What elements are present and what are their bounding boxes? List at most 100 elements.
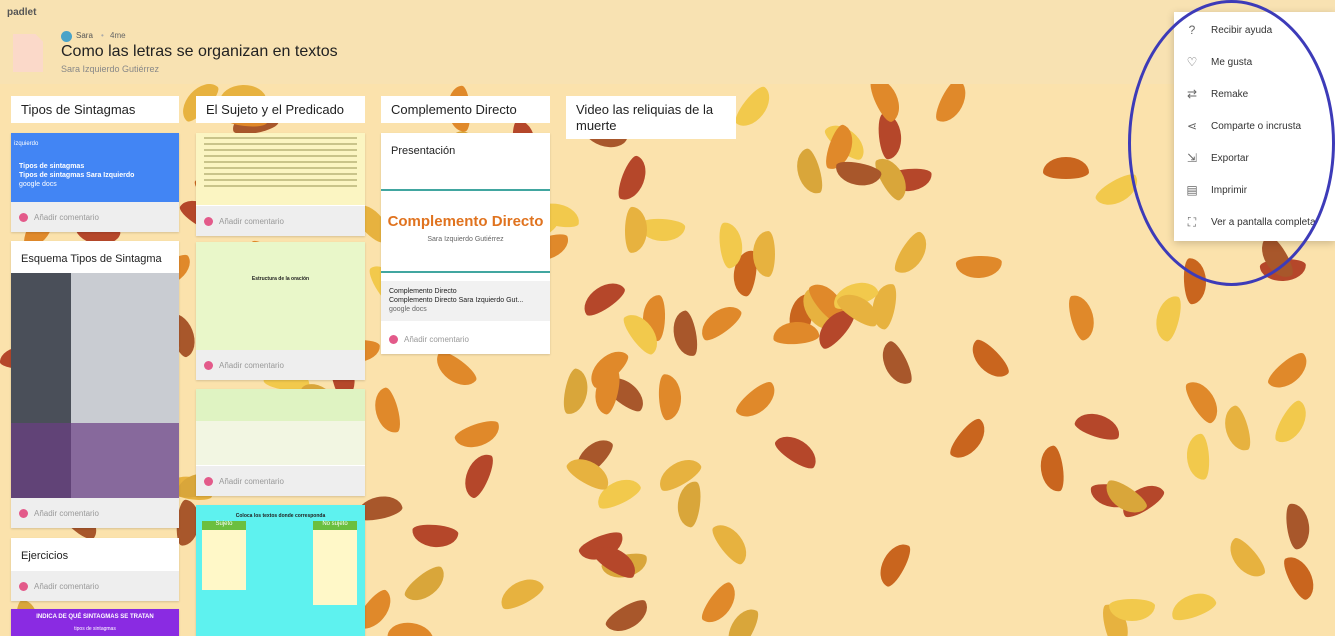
add-comment[interactable]: Añadir comentario [196,350,365,380]
card-indica[interactable]: INDICA DE QUÉ SINTAGMAS SE TRATAN tipos … [11,609,179,636]
add-comment-label: Añadir comentario [34,212,99,222]
doc-info: Complemento Directo Complemento Directo … [381,281,550,321]
leaf-decoration [1065,291,1099,343]
brand-logo[interactable]: padlet [7,7,36,18]
column-header-tipos[interactable]: Tipos de Sintagmas [11,96,179,123]
menu-label: Exportar [1211,152,1249,164]
slide-author: Sara Izquierdo Gutiérrez [427,236,504,243]
leaf-decoration [771,429,823,473]
card-subtitle: tipos de sintagmas [74,626,116,632]
add-comment-label: Añadir comentario [404,334,469,344]
avatar [204,476,213,486]
menu-item-remake[interactable]: ⇄ Remake [1174,78,1335,110]
menu-item-fullscreen[interactable]: ⛶ Ver a pantalla completa [1174,206,1335,238]
add-comment[interactable]: Añadir comentario [381,324,550,354]
doc-preview [196,133,365,205]
add-comment[interactable]: Añadir comentario [196,466,365,496]
leaf-decoration [401,562,451,608]
leaf-decoration [1279,551,1321,603]
leaf-decoration [1037,444,1067,494]
add-comment[interactable]: Añadir comentario [11,202,179,232]
avatar[interactable] [61,31,72,42]
leaf-decoration [1264,348,1314,396]
leaf-decoration [577,276,629,320]
column-header-sujeto[interactable]: El Sujeto y el Predicado [196,96,365,123]
menu-item-print[interactable]: ▤ Imprimir [1174,174,1335,206]
add-comment[interactable]: Añadir comentario [11,571,179,601]
menu-label: Remake [1211,88,1249,100]
doc-preview: Estructura de la oración [196,242,365,350]
leaf-decoration [560,367,592,417]
leaf-decoration [876,338,916,390]
page-title: Como las letras se organizan en textos [61,43,338,60]
add-comment-label: Añadir comentario [219,360,284,370]
leaf-decoration [1167,587,1219,625]
add-comment-label: Añadir comentario [219,216,284,226]
notebook-photo[interactable] [11,273,179,498]
fullscreen-icon: ⛶ [1187,214,1197,229]
leaf-decoration [1185,433,1211,481]
column-label-sujeto: Sujeto [202,521,246,530]
menu-item-help[interactable]: ? Recibir ayuda [1174,14,1335,46]
card-ejercicios[interactable]: Ejercicios Añadir comentario [11,538,179,601]
leaf-decoration [452,417,504,453]
avatar [19,581,28,591]
leaf-decoration [732,377,782,425]
leaf-decoration [1182,257,1208,305]
card-estructura[interactable]: Estructura de la oración Añadir comentar… [196,242,365,380]
leaf-decoration [657,373,683,421]
leaf-decoration [624,206,648,254]
help-icon: ? [1188,23,1196,37]
add-comment[interactable]: Añadir comentario [11,498,179,528]
add-comment[interactable]: Añadir comentario [196,206,365,236]
leaf-decoration [386,619,436,636]
menu-item-share[interactable]: ⋖ Comparte o incrusta [1174,110,1335,142]
heart-icon: ♡ [1186,55,1198,69]
separator-dot: • [101,31,104,40]
leaf-decoration [1092,169,1144,213]
card-title: Esquema Tipos de Sintagma [21,253,162,265]
leaf-decoration [890,228,934,280]
avatar [389,334,398,344]
menu-item-like[interactable]: ♡ Me gusta [1174,46,1335,78]
game-title: Coloca los textos donde corresponda [235,513,326,519]
leaf-decoration [1283,501,1313,551]
doc-source: izquierdo [14,141,39,147]
card-presentacion[interactable]: Presentación Complemento Directo Sara Iz… [381,133,550,354]
menu-item-export[interactable]: ⇲ Exportar [1174,142,1335,174]
column-header-complemento[interactable]: Complemento Directo [381,96,550,123]
leaf-decoration [1220,403,1254,455]
menu-label: Recibir ayuda [1211,24,1273,36]
leaf-decoration [602,595,654,636]
column-header-video[interactable]: Video las reliquias de la muerte [566,96,736,139]
author-name[interactable]: Sara [76,31,93,40]
menu-label: Imprimir [1211,184,1248,196]
add-comment-label: Añadir comentario [34,508,99,518]
avatar [204,360,213,370]
leaf-decoration [1151,293,1185,343]
card-esquema[interactable]: Esquema Tipos de Sintagma Añadir comenta… [11,241,179,528]
doc-title: Complemento Directo [389,288,457,295]
avatar [19,212,28,222]
doc-title: Estructura de la oración [251,276,310,282]
print-icon: ▤ [1186,183,1198,197]
card-tipos-doc[interactable]: izquierdo Tipos de sintagmas Tipos de si… [11,133,179,232]
doc-type: google docs [389,306,427,313]
leaf-decoration [1222,534,1270,584]
leaf-decoration [873,538,915,590]
doc-title: Tipos de sintagmas [19,163,85,170]
leaf-decoration [411,523,459,549]
leaf-decoration [931,84,973,128]
leaf-decoration [772,320,820,346]
export-icon: ⇲ [1186,151,1198,165]
leaf-decoration [675,479,703,529]
leaf-decoration [708,518,754,568]
page-subtitle: Sara Izquierdo Gutiérrez [61,64,160,74]
card-sujeto-doc3[interactable]: Añadir comentario [196,389,365,496]
remake-icon: ⇄ [1186,87,1198,101]
card-sujeto-game[interactable]: Coloca los textos donde corresponda Suje… [196,505,365,636]
leaf-decoration [792,146,826,198]
card-sujeto-doc1[interactable]: Añadir comentario [196,133,365,236]
leaf-decoration [866,84,906,125]
slide-preview[interactable]: Complemento Directo Sara Izquierdo Gutié… [381,189,550,273]
